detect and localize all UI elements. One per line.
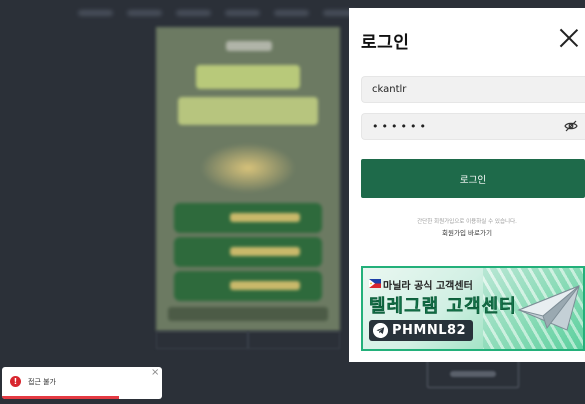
close-icon[interactable] bbox=[559, 28, 579, 48]
password-input[interactable] bbox=[361, 113, 585, 140]
alert-icon: ! bbox=[10, 376, 21, 387]
banner-subtitle: 마닐라 공식 고객센터 bbox=[383, 281, 473, 292]
paper-plane-icon bbox=[517, 285, 580, 331]
banner-title: 텔레그램 고객센터 bbox=[369, 296, 517, 317]
toast-message: 접근 불가 bbox=[28, 378, 56, 386]
error-toast: ! 접근 불가 × bbox=[2, 367, 162, 399]
signup-hint: 간단한 회원가입으로 이용하실 수 있습니다. bbox=[417, 219, 517, 225]
telegram-support-banner[interactable]: 마닐라 공식 고객센터 텔레그램 고객센터 PHMNL82 bbox=[361, 266, 585, 351]
toast-close-icon[interactable]: × bbox=[151, 368, 159, 378]
background-button bbox=[427, 358, 519, 388]
toast-progress-bar bbox=[2, 396, 119, 399]
username-input[interactable] bbox=[361, 76, 585, 103]
eye-off-icon[interactable] bbox=[564, 120, 578, 132]
telegram-id-box: PHMNL82 bbox=[369, 320, 473, 341]
telegram-icon bbox=[373, 323, 388, 338]
background-nav bbox=[78, 6, 358, 20]
telegram-id: PHMNL82 bbox=[392, 323, 467, 338]
signup-link[interactable]: 회원가입 바로가기 bbox=[349, 227, 585, 237]
modal-title: 로그인 bbox=[361, 33, 410, 53]
background-promo-banner bbox=[156, 27, 340, 331]
philippines-flag-icon bbox=[369, 279, 381, 288]
login-modal: 로그인 로그인 간단한 회원가입으로 이용하실 수 있습니다. 회원가입 바로가… bbox=[349, 8, 585, 362]
login-button[interactable]: 로그인 bbox=[361, 159, 585, 198]
background-grid bbox=[156, 331, 340, 349]
